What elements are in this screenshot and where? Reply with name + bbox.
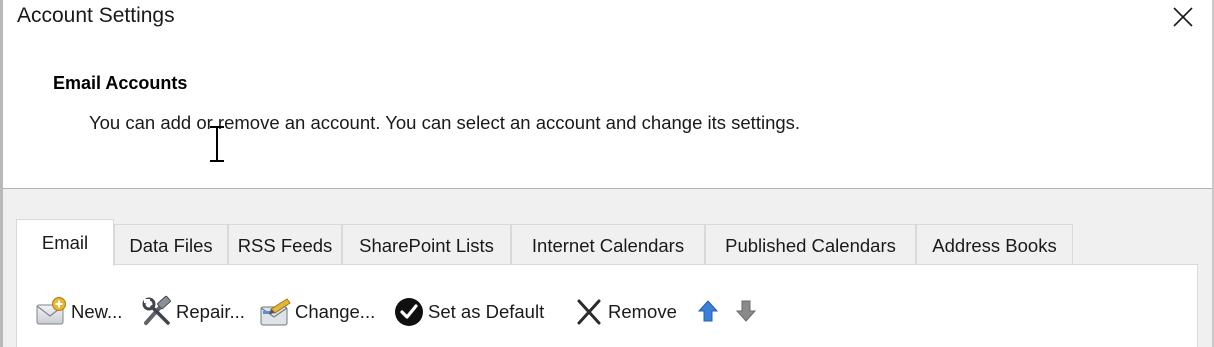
section-description: You can add or remove an account. You ca… bbox=[89, 112, 801, 133]
close-icon bbox=[1173, 7, 1193, 27]
section-heading: Email Accounts bbox=[53, 73, 188, 93]
arrow-down-icon[interactable] bbox=[734, 298, 758, 324]
set-as-default-label: Set as Default bbox=[428, 301, 545, 322]
change-label: Change... bbox=[295, 301, 376, 322]
tab-rss-feeds-label: RSS Feeds bbox=[237, 235, 333, 256]
screen: Account Settings Email Accounts You can … bbox=[0, 0, 1214, 347]
new-account-label: New... bbox=[71, 301, 123, 322]
remove-button[interactable]: Remove bbox=[572, 293, 677, 331]
repair-tools-icon bbox=[142, 295, 171, 325]
repair-button[interactable]: Repair... bbox=[140, 293, 245, 331]
tab-published-calendars-label: Published Calendars bbox=[725, 235, 896, 256]
tab-sharepoint-lists[interactable]: SharePoint Lists bbox=[342, 224, 511, 264]
tab-email-label: Email bbox=[41, 232, 89, 253]
close-button[interactable] bbox=[1163, 0, 1203, 34]
checkmark-circle-icon bbox=[395, 298, 423, 326]
remove-label: Remove bbox=[608, 301, 677, 322]
change-account-icon bbox=[260, 298, 291, 326]
tab-email[interactable]: Email bbox=[16, 219, 114, 266]
dialog-title: Account Settings bbox=[17, 4, 175, 27]
tab-published-calendars[interactable]: Published Calendars bbox=[705, 224, 916, 264]
new-account-button[interactable]: New... bbox=[35, 293, 122, 331]
change-button[interactable]: Change... bbox=[259, 293, 375, 331]
new-account-icon bbox=[36, 297, 66, 325]
tab-data-files[interactable]: Data Files bbox=[114, 224, 228, 264]
tab-rss-feeds[interactable]: RSS Feeds bbox=[228, 224, 342, 264]
tab-internet-calendars[interactable]: Internet Calendars bbox=[511, 224, 705, 264]
tab-data-files-label: Data Files bbox=[129, 235, 213, 256]
arrow-up-icon[interactable] bbox=[696, 298, 720, 324]
text-cursor-icon bbox=[210, 126, 224, 162]
tab-address-books[interactable]: Address Books bbox=[916, 224, 1073, 264]
tab-sharepoint-lists-label: SharePoint Lists bbox=[359, 235, 494, 256]
repair-label: Repair... bbox=[176, 301, 245, 322]
set-as-default-button[interactable]: Set as Default bbox=[392, 293, 544, 331]
tab-internet-calendars-label: Internet Calendars bbox=[531, 235, 685, 256]
account-settings-dialog: Account Settings Email Accounts You can … bbox=[3, 0, 1212, 347]
tab-address-books-label: Address Books bbox=[932, 235, 1057, 256]
remove-x-icon bbox=[577, 299, 601, 325]
